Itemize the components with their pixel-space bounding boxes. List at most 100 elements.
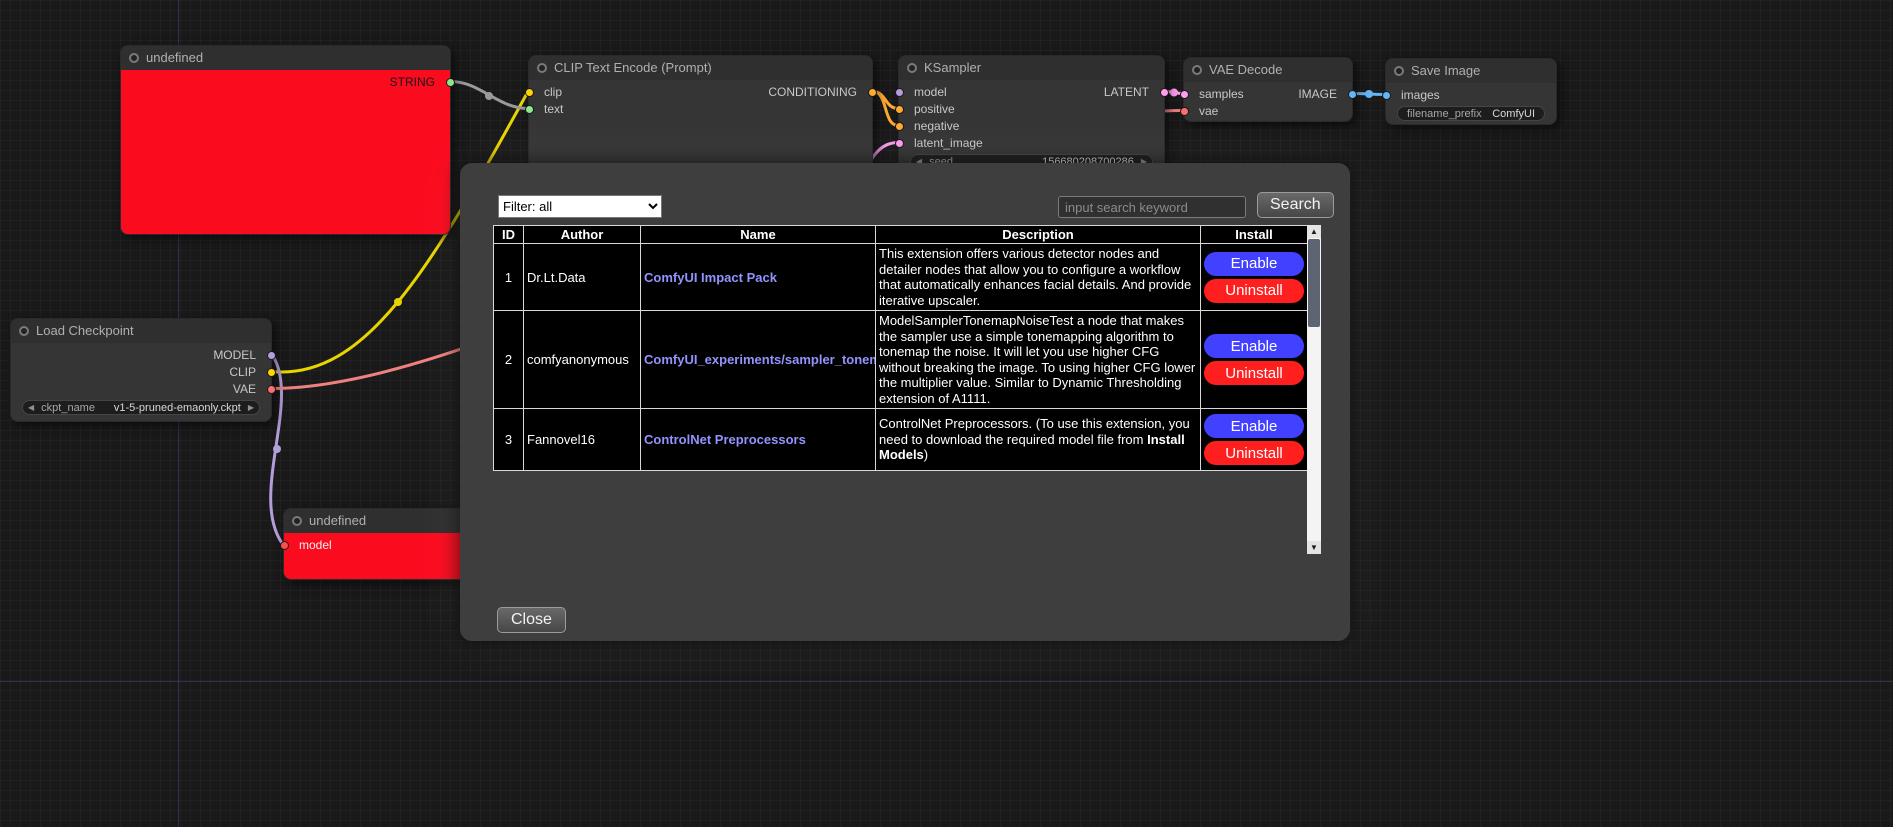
collapse-dot-icon[interactable] (1394, 66, 1404, 76)
node-title: VAE Decode (1209, 62, 1282, 77)
slot-dot-text-input[interactable] (525, 105, 534, 114)
output-label-image: IMAGE (1298, 86, 1337, 103)
slot-dot-latent-image-input[interactable] (895, 139, 904, 148)
input-label-model: model (914, 84, 947, 101)
filter-select[interactable]: Filter: all (498, 195, 662, 218)
extension-link[interactable]: ControlNet Preprocessors (644, 432, 872, 447)
stepper-left-icon[interactable]: ◀ (28, 401, 34, 415)
link-image (1353, 94, 1385, 95)
ckpt-name-widget[interactable]: ◀ ckpt_name v1-5-pruned-emaonly.ckpt ▶ (22, 400, 260, 415)
input-label-vae: vae (1199, 103, 1218, 120)
cell-author: comfyanonymous (524, 311, 641, 409)
node-vae-decode[interactable]: VAE Decode samples IMAGE vae (1183, 57, 1353, 122)
input-label-images: images (1401, 87, 1440, 104)
slot-dot-images-input[interactable] (1382, 91, 1391, 100)
node-title-bar[interactable]: CLIP Text Encode (Prompt) (529, 56, 872, 80)
input-label-text: text (544, 101, 563, 118)
slot-dot-vae-output[interactable] (267, 385, 276, 394)
scrollbar-thumb[interactable] (1308, 239, 1320, 327)
scroll-up-icon[interactable]: ▲ (1307, 225, 1321, 238)
output-label-conditioning: CONDITIONING (768, 84, 857, 101)
node-title-bar[interactable]: Load Checkpoint (11, 319, 271, 343)
node-title: Load Checkpoint (36, 323, 134, 338)
search-input[interactable] (1058, 196, 1246, 218)
cell-install: Enable Uninstall (1201, 311, 1308, 409)
close-button[interactable]: Close (497, 607, 566, 633)
scroll-down-icon[interactable]: ▼ (1307, 541, 1321, 554)
input-label-samples: samples (1199, 86, 1244, 103)
slot-dot-latent-output[interactable] (1160, 88, 1169, 97)
uninstall-button[interactable]: Uninstall (1204, 361, 1304, 385)
enable-button[interactable]: Enable (1204, 252, 1304, 276)
node-title: undefined (309, 513, 366, 528)
filename-prefix-widget[interactable]: filename_prefix ComfyUI (1397, 106, 1545, 121)
collapse-dot-icon[interactable] (1192, 65, 1202, 75)
node-title-bar[interactable]: VAE Decode (1184, 58, 1352, 82)
enable-button[interactable]: Enable (1204, 334, 1304, 358)
stepper-right-icon[interactable]: ▶ (248, 401, 254, 415)
uninstall-button[interactable]: Uninstall (1204, 441, 1304, 465)
extension-link[interactable]: ComfyUI Impact Pack (644, 270, 872, 285)
input-label-model: model (299, 537, 332, 554)
output-label-model: MODEL (213, 347, 256, 364)
slot-dot-vae-input[interactable] (1180, 107, 1189, 116)
cell-author: Dr.Lt.Data (524, 244, 641, 311)
node-save-image[interactable]: Save Image images filename_prefix ComfyU… (1385, 58, 1557, 125)
link-model (271, 355, 283, 545)
node-title-bar[interactable]: KSampler (899, 56, 1164, 80)
node-title-bar[interactable]: Save Image (1386, 59, 1556, 83)
table-row: 1 Dr.Lt.Data ComfyUI Impact Pack This ex… (494, 244, 1308, 311)
extension-link[interactable]: ComfyUI_experiments/sampler_tonemap (644, 352, 872, 367)
graph-canvas[interactable]: undefined STRING CLIP Text Encode (Promp… (0, 0, 1893, 827)
cell-author: Fannovel16 (524, 409, 641, 471)
header-name: Name (641, 226, 876, 244)
widget-value: ComfyUI (1492, 108, 1535, 120)
slot-dot-image-output[interactable] (1348, 90, 1357, 99)
collapse-dot-icon[interactable] (19, 326, 29, 336)
link-dot (1365, 90, 1373, 98)
input-label-latent-image: latent_image (914, 135, 983, 152)
slot-dot-model-input[interactable] (895, 88, 904, 97)
output-label-latent: LATENT (1104, 84, 1149, 101)
slot-dot-negative-input[interactable] (895, 122, 904, 131)
slot-dot-clip-output[interactable] (267, 368, 276, 377)
description-text: ) (924, 447, 928, 462)
table-scrollbar[interactable]: ▲ ▼ (1307, 225, 1321, 554)
output-label-string: STRING (390, 74, 435, 91)
uninstall-button[interactable]: Uninstall (1204, 279, 1304, 303)
slot-dot-positive-input[interactable] (895, 105, 904, 114)
extensions-table-container: ID Author Name Description Install 1 Dr.… (493, 225, 1307, 554)
cell-description: This extension offers various detector n… (876, 244, 1201, 311)
widget-label: filename_prefix (1407, 108, 1482, 120)
search-button[interactable]: Search (1257, 192, 1334, 218)
slot-dot-samples-input[interactable] (1180, 90, 1189, 99)
enable-button[interactable]: Enable (1204, 414, 1304, 438)
description-text: ControlNet Preprocessors. (To use this e… (879, 416, 1190, 447)
slot-dot-model-output[interactable] (267, 351, 276, 360)
cell-id: 2 (494, 311, 524, 409)
header-install: Install (1201, 226, 1308, 244)
collapse-dot-icon[interactable] (907, 63, 917, 73)
input-label-positive: positive (914, 101, 955, 118)
collapse-dot-icon[interactable] (292, 516, 302, 526)
header-description: Description (876, 226, 1201, 244)
description-text: ModelSamplerTonemapNoiseTest a node that… (879, 313, 1195, 406)
link-conditioning-positive (873, 92, 898, 109)
collapse-dot-icon[interactable] (537, 63, 547, 73)
collapse-dot-icon[interactable] (129, 53, 139, 63)
node-load-checkpoint[interactable]: Load Checkpoint MODEL CLIP VAE ◀ ckpt_na… (10, 318, 272, 422)
link-dot (485, 92, 493, 100)
node-title-bar[interactable]: undefined (121, 46, 450, 70)
link-dot (273, 445, 281, 453)
input-label-clip: clip (544, 84, 562, 101)
cell-name: ControlNet Preprocessors (641, 409, 876, 471)
slot-dot-conditioning-output[interactable] (868, 88, 877, 97)
slot-dot-model-input[interactable] (280, 541, 289, 550)
cell-description: ControlNet Preprocessors. (To use this e… (876, 409, 1201, 471)
slot-dot-clip-input[interactable] (525, 88, 534, 97)
node-undefined-top[interactable]: undefined STRING (120, 45, 451, 235)
grid-axis-horizontal (0, 681, 1893, 682)
node-title: Save Image (1411, 63, 1480, 78)
slot-dot-string-output[interactable] (446, 78, 455, 87)
link-string (451, 82, 528, 109)
